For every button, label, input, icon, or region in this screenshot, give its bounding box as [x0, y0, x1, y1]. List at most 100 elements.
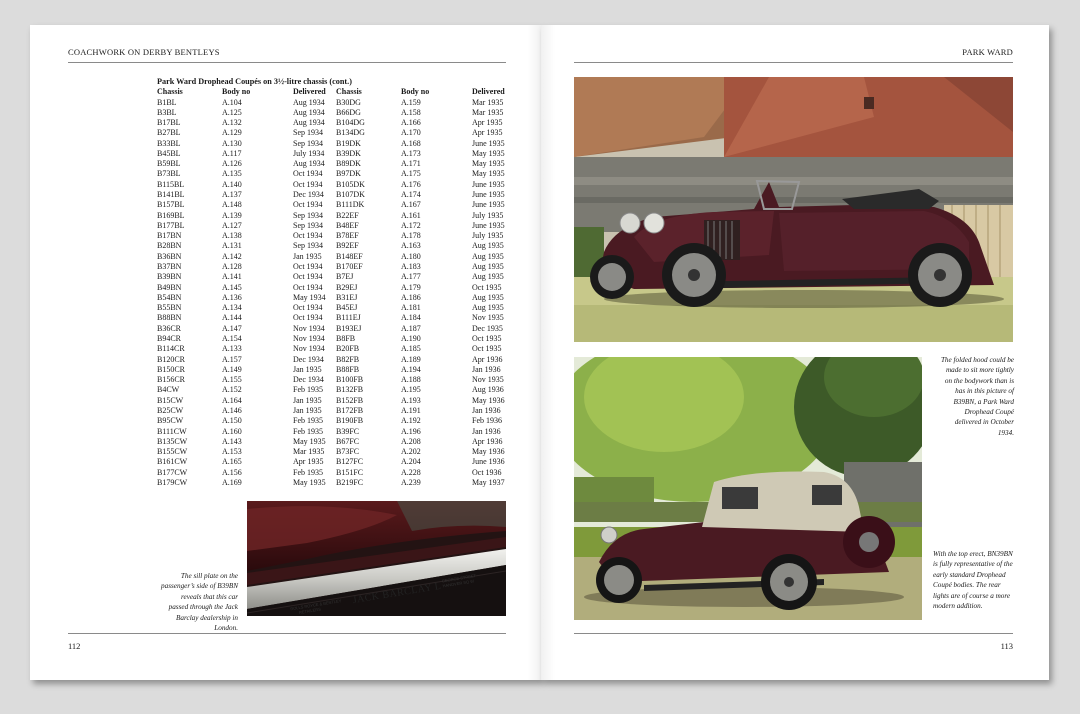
table-cell: A.134	[222, 303, 242, 313]
table-cell: Nov 1934	[293, 344, 325, 354]
table-cell: B135CW	[157, 436, 188, 446]
table-cell: A.189	[401, 354, 421, 364]
table-cell: A.175	[401, 169, 421, 179]
table-cell: A.148	[222, 200, 242, 210]
table-cell: B127FC	[336, 457, 364, 467]
table-cell: A.136	[222, 292, 242, 302]
table-cell: B156CR	[157, 375, 186, 385]
table-cell: Aug 1935	[472, 303, 504, 313]
table-cell: May 1935	[293, 436, 326, 446]
table-cell: B45BL	[157, 148, 181, 158]
table-cell: Oct 1934	[293, 169, 323, 179]
table-cell: B150CR	[157, 364, 186, 374]
table-cell: A.127	[222, 220, 242, 230]
table-cell: A.180	[401, 251, 421, 261]
table-row: B54BN A.136 May 1934 B31EJ A.186 Aug 1935	[157, 293, 512, 303]
table-row: B73BL A.135 Oct 1934 B97DK A.175 May 1935	[157, 169, 512, 179]
table-cell: Aug 1936	[472, 385, 504, 395]
table-cell: A.167	[401, 200, 421, 210]
table-row: B157BL A.148 Oct 1934 B111DK A.167 June 1935	[157, 200, 512, 210]
table-cell: Aug 1935	[472, 251, 504, 261]
table-row: B37BN A.128 Oct 1934 B170EF A.183 Aug 1935	[157, 262, 512, 272]
table-cell: A.164	[222, 395, 242, 405]
table-cell: B179CW	[157, 477, 188, 487]
front-wheel	[662, 243, 726, 307]
table-cell: A.104	[222, 97, 242, 107]
column-header: Chassis	[157, 87, 183, 97]
table-cell: A.137	[222, 190, 242, 200]
table-row: B94CR A.154 Nov 1934 B8FB A.190 Oct 1935	[157, 334, 512, 344]
table-row: B3BL A.125 Aug 1934 B66DG A.158 Mar 1935	[157, 108, 512, 118]
open-car-caption: The folded hood could be made to sit mor…	[940, 356, 1014, 437]
table-cell: A.228	[401, 467, 421, 477]
table-cell: A.183	[401, 262, 421, 271]
closed-car-caption: With the top erect, BN39BN is fully repr…	[933, 550, 1013, 611]
table-row: B39BN A.141 Oct 1934 B7EJ A.177 Aug 1935	[157, 272, 512, 282]
table-cell: A.179	[401, 282, 421, 292]
table-cell: May 1935	[293, 477, 326, 487]
table-cell: B20FB	[336, 344, 360, 354]
table-cell: A.133	[222, 344, 242, 354]
table-cell: Oct 1934	[293, 272, 323, 282]
table-cell: Aug 1934	[293, 97, 325, 107]
table-cell: A.141	[222, 272, 242, 282]
table-cell: Feb 1935	[293, 467, 323, 477]
table-cell: Mar 1935	[293, 447, 325, 457]
table-cell: B30DG	[336, 97, 361, 107]
table-cell: A.132	[222, 118, 242, 128]
table-row: B169BL A.139 Sep 1934 B22EF A.161 July 1935	[157, 211, 512, 221]
table-cell: July 1935	[472, 231, 504, 241]
table-row: B45BL A.117 July 1934 B39DK A.173 May 1935	[157, 149, 512, 159]
table-cell: A.174	[401, 190, 421, 200]
left-page: COACHWORK ON DERBY BENTLEYS Park Ward Dr…	[30, 25, 541, 680]
footer-rule-right	[574, 633, 1013, 634]
table-cell: June 1935	[472, 138, 505, 148]
table-cell: A.117	[222, 148, 242, 158]
table-cell: Sep 1934	[293, 210, 323, 220]
table-cell: A.143	[222, 436, 242, 446]
table-cell: May 1937	[472, 477, 505, 487]
table-cell: A.195	[401, 385, 421, 395]
closed-car-photo	[574, 357, 922, 620]
table-cell: Oct 1934	[293, 200, 323, 210]
table-cell: B73BL	[157, 169, 181, 179]
table-row: B161CW A.165 Apr 1935 B127FC A.204 June 1936	[157, 457, 512, 467]
table-cell: A.160	[222, 426, 242, 436]
table-cell: A.146	[222, 405, 242, 415]
table-cell: Apr 1936	[472, 436, 503, 446]
table-cell: A.177	[401, 272, 421, 282]
table-cell: Aug 1935	[472, 262, 504, 271]
table-cell: A.187	[401, 323, 421, 333]
table-cell: Nov 1935	[472, 313, 504, 323]
table-row: B28BN A.131 Sep 1934 B92EF A.163 Aug 1935	[157, 241, 512, 251]
table-cell: A.144	[222, 313, 242, 323]
table-cell: B89DK	[336, 159, 361, 169]
running-head-left: COACHWORK ON DERBY BENTLEYS	[68, 47, 220, 57]
table-cell: Aug 1934	[293, 107, 325, 117]
table-cell: A.186	[401, 292, 421, 302]
table-cell: A.165	[222, 457, 242, 467]
table-cell: B92EF	[336, 241, 359, 251]
table-cell: B177CW	[157, 467, 188, 477]
table-row: B55BN A.134 Oct 1934 B45EJ A.181 Aug 1935	[157, 303, 512, 313]
table-row: B114CR A.133 Nov 1934 B20FB A.185 Oct 1935	[157, 344, 512, 354]
table-cell: Jan 1935	[293, 405, 322, 415]
table-row: B17BN A.138 Oct 1934 B78EF A.178 July 1935	[157, 231, 512, 241]
table-cell: B4CW	[157, 385, 180, 395]
table-row: B33BL A.130 Sep 1934 B19DK A.168 June 1935	[157, 139, 512, 149]
table-cell: Jan 1935	[293, 251, 322, 261]
table-cell: Jan 1935	[293, 364, 322, 374]
table-cell: Oct 1934	[293, 179, 323, 189]
table-cell: A.152	[222, 385, 242, 395]
table-cell: B37BN	[157, 262, 182, 271]
table-cell: A.131	[222, 241, 242, 251]
column-header: Chassis	[336, 87, 362, 97]
table-cell: Aug 1935	[472, 292, 504, 302]
table-cell: A.130	[222, 138, 242, 148]
table-cell: B25CW	[157, 405, 184, 415]
table-title: Park Ward Drophead Coupés on 3½-litre ch…	[157, 77, 352, 86]
table-cell: Nov 1935	[472, 375, 504, 385]
table-cell: B67FC	[336, 436, 360, 446]
table-cell: B177BL	[157, 220, 185, 230]
table-cell: B161CW	[157, 457, 188, 467]
